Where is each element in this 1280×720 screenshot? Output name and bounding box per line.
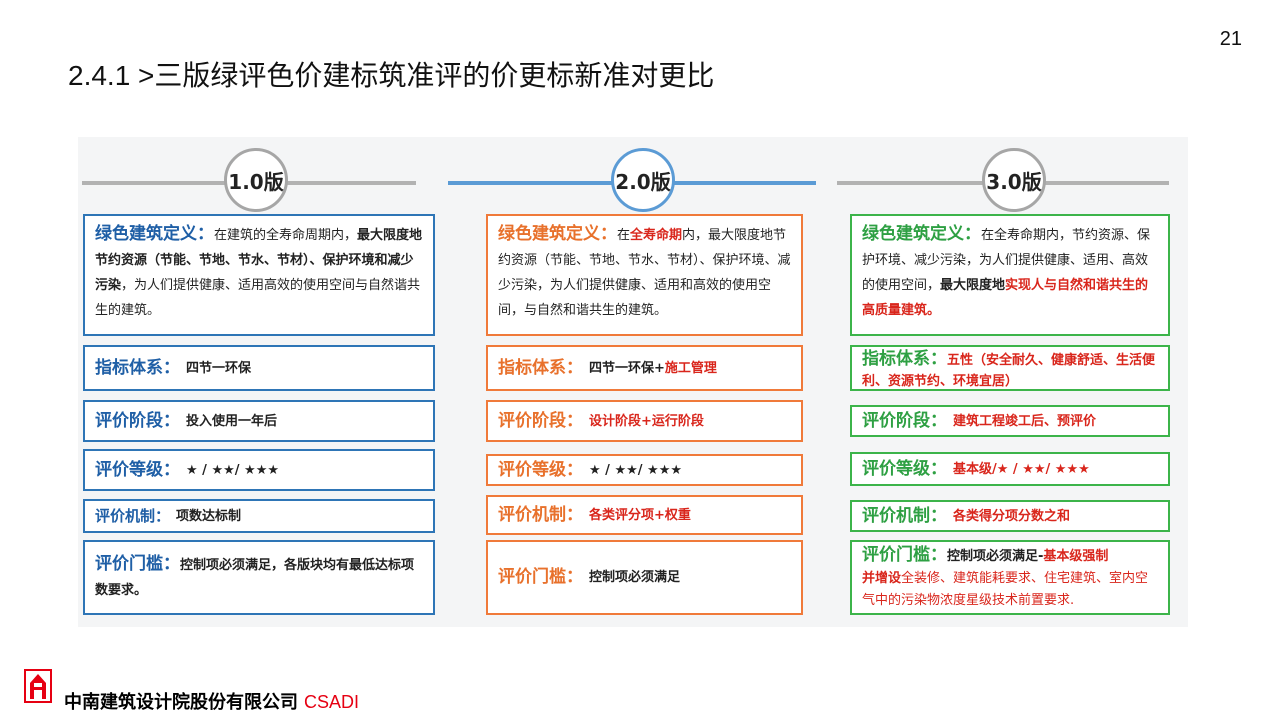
- index-system-box: 指标体系： 四节一环保: [83, 345, 435, 391]
- row-value: 各类评分项+权重: [589, 507, 691, 523]
- company-brand: CSADI: [304, 692, 360, 712]
- definition-text: 在建筑的全寿命周期内，: [214, 228, 358, 243]
- evaluation-mechanism-box: 评价机制： 各类得分项分数之和: [850, 500, 1170, 532]
- row-value: 控制项必须满足: [589, 570, 681, 585]
- evaluation-stage-box: 评价阶段： 投入使用一年后: [83, 400, 435, 442]
- row-label: 评价等级：: [498, 459, 583, 480]
- evaluation-threshold-box: 评价门槛：控制项必须满足，各版块均有最低达标项数要求。: [83, 540, 435, 615]
- row-extra-highlight: 并增设: [862, 571, 902, 586]
- evaluation-threshold-box: 评价门槛：控制项必须满足-基本级强制并增设全装修、建筑能耗要求、住宅建筑、室内空…: [850, 540, 1170, 615]
- version-badge: 3.0版: [982, 148, 1046, 212]
- definition-box: 绿色建筑定义：在建筑的全寿命周期内，最大限度地节约资源（节能、节地、节水、节材）…: [83, 214, 435, 336]
- evaluation-grade-box: 评价等级： ★ / ★★/ ★★★: [83, 449, 435, 491]
- row-value: 各类得分项分数之和: [953, 508, 1071, 524]
- version-3-column: 3.0版 绿色建筑定义：在全寿命期内，节约资源、保护环境、减少污染，为人们提供健…: [835, 137, 1190, 627]
- definition-text: ，为人们提供健康、适用高效的使用空间与自然谐共生的建筑。: [95, 278, 421, 318]
- definition-box: 绿色建筑定义：在全寿命期内，节约资源、保护环境、减少污染，为人们提供健康、适用、…: [850, 214, 1170, 336]
- company-name: 中南建筑设计院股份有限公司: [64, 692, 298, 713]
- row-value: 设计阶段+运行阶段: [589, 413, 704, 429]
- row-label: 评价机制：: [862, 505, 947, 526]
- row-label: 评价门槛：: [95, 554, 180, 574]
- index-system-box: 指标体系： 四节一环保+ 施工管理: [486, 345, 803, 391]
- row-value: ★ / ★★/ ★★★: [186, 462, 279, 478]
- evaluation-grade-box: 评价等级： ★ / ★★/ ★★★: [486, 454, 803, 486]
- row-label: 评价阶段：: [498, 410, 583, 431]
- definition-box: 绿色建筑定义：在全寿命期内，最大限度地节约资源（节能、节地、节水、节材）、保护环…: [486, 214, 803, 336]
- row-label: 评价等级：: [95, 459, 180, 480]
- row-label: 评价门槛：: [862, 545, 947, 565]
- slide-title: 2.4.1 >三版绿评色价建标筑准评的价更标新准对更比: [68, 60, 715, 91]
- version-badge: 2.0版: [611, 148, 675, 212]
- row-label: 评价阶段：: [95, 410, 180, 431]
- company-logo-icon: [24, 669, 52, 703]
- row-label: 指标体系：: [498, 357, 583, 378]
- index-system-box: 指标体系：五性（安全耐久、健康舒适、生活便利、资源节约、环境宜居）: [850, 345, 1170, 391]
- version-1-column: 1.0版 绿色建筑定义：在建筑的全寿命周期内，最大限度地节约资源（节能、节地、节…: [78, 137, 438, 627]
- row-extra-text: 全装修、建筑能耗要求、住宅建筑、室内空气中的污染物浓度星级技术前置要求.: [862, 571, 1149, 608]
- evaluation-stage-box: 评价阶段： 建筑工程竣工后、预评价: [850, 405, 1170, 437]
- row-value: 四节一环保+: [589, 360, 665, 376]
- row-label: 评价门槛：: [498, 567, 583, 587]
- row-value: 基本级/★ / ★★/ ★★★: [953, 461, 1090, 477]
- definition-label: 绿色建筑定义：: [95, 224, 214, 244]
- row-label: 指标体系：: [95, 357, 180, 378]
- definition-label: 绿色建筑定义：: [862, 224, 981, 244]
- evaluation-mechanism-box: 评价机制： 项数达标制: [83, 499, 435, 533]
- evaluation-mechanism-box: 评价机制： 各类评分项+权重: [486, 495, 803, 535]
- version-badge: 1.0版: [224, 148, 288, 212]
- row-value: 建筑工程竣工后、预评价: [953, 413, 1097, 429]
- page-number: 21: [1219, 28, 1242, 50]
- row-value-highlight: 施工管理: [664, 360, 717, 376]
- row-value: ★ / ★★/ ★★★: [589, 462, 682, 478]
- definition-text-bold: 最大限度地: [940, 278, 1006, 293]
- comparison-panel: 1.0版 绿色建筑定义：在建筑的全寿命周期内，最大限度地节约资源（节能、节地、节…: [78, 137, 1188, 627]
- row-value: 控制项必须满足-: [947, 549, 1044, 564]
- definition-label: 绿色建筑定义：: [498, 224, 617, 244]
- definition-text-highlight: 全寿命期: [630, 228, 683, 243]
- row-label: 评价等级：: [862, 458, 947, 479]
- footer-company: 中南建筑设计院股份有限公司 CSADI: [64, 688, 359, 714]
- row-value: 项数达标制: [176, 508, 242, 524]
- evaluation-grade-box: 评价等级： 基本级/★ / ★★/ ★★★: [850, 452, 1170, 486]
- evaluation-threshold-box: 评价门槛： 控制项必须满足: [486, 540, 803, 615]
- evaluation-stage-box: 评价阶段： 设计阶段+运行阶段: [486, 400, 803, 442]
- version-2-column: 2.0版 绿色建筑定义：在全寿命期内，最大限度地节约资源（节能、节地、节水、节材…: [448, 137, 818, 627]
- row-label: 指标体系：: [862, 349, 947, 369]
- row-value: 投入使用一年后: [186, 413, 278, 429]
- row-label: 评价机制：: [498, 504, 583, 525]
- definition-text: 在: [617, 228, 631, 243]
- row-value: 四节一环保: [186, 360, 252, 376]
- row-label: 评价阶段：: [862, 410, 947, 431]
- row-value-highlight: 基本级强制: [1043, 549, 1109, 564]
- row-label: 评价机制：: [95, 506, 171, 525]
